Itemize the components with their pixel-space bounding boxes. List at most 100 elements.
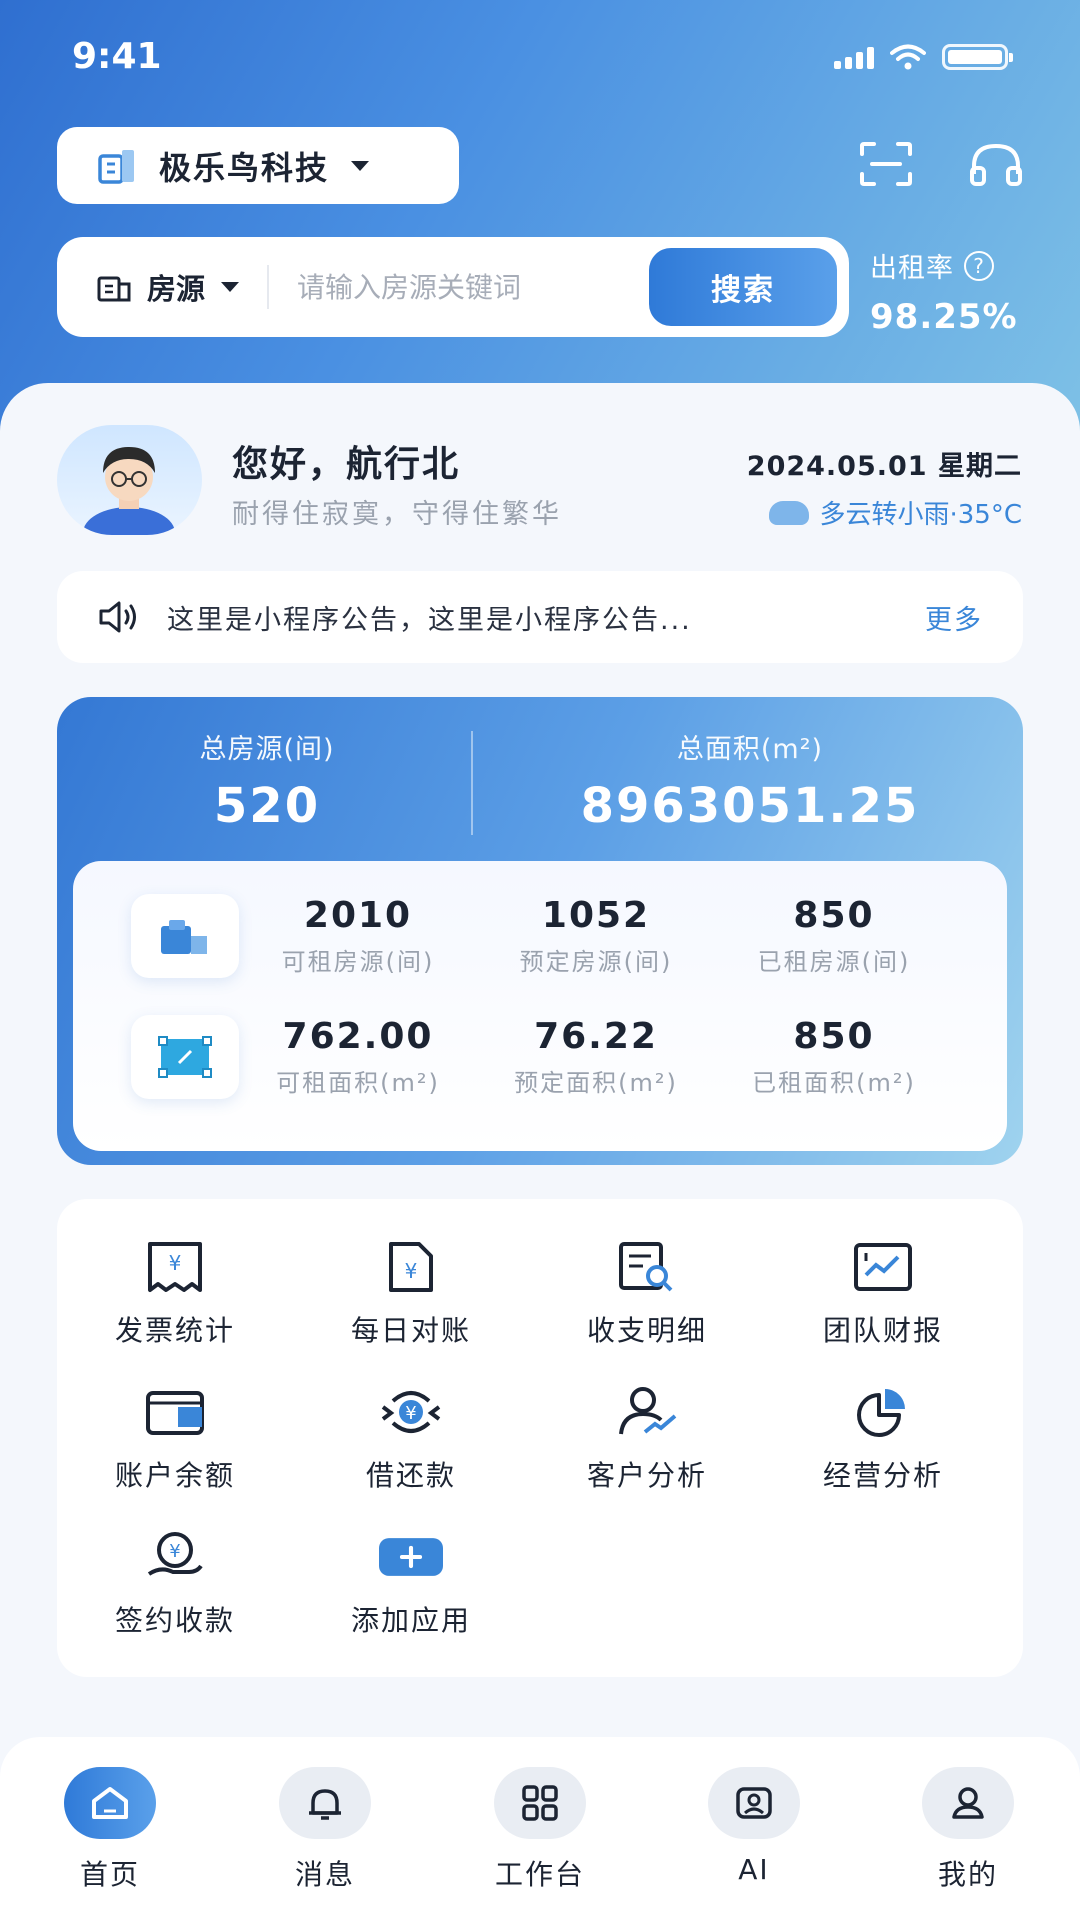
total-area-label: 总面积(m²)	[676, 734, 824, 765]
status-icons	[834, 44, 1013, 70]
app-label: 客户分析	[586, 1459, 707, 1492]
app-label: 经营分析	[822, 1459, 943, 1492]
stat-value: 850	[793, 895, 875, 936]
app-team-report[interactable]: 团队财报	[765, 1239, 1001, 1349]
divider	[471, 731, 473, 835]
app-label: 每日对账	[350, 1314, 471, 1347]
stat-value: 1052	[541, 895, 651, 936]
stat-label: 可租面积(m²)	[276, 1069, 440, 1097]
home-icon	[64, 1767, 156, 1839]
search-type-selector[interactable]: 房源	[97, 266, 240, 308]
building-icon	[131, 894, 239, 978]
date: 2024.05.01 星期二	[746, 451, 1022, 482]
stat-label: 已租房源(间)	[757, 948, 911, 976]
svg-text:¥: ¥	[405, 1259, 418, 1283]
reconcile-icon: ¥	[379, 1239, 443, 1295]
total-rooms: 总房源(间) 520	[57, 697, 477, 852]
add-app-button[interactable]: 添加应用	[293, 1529, 529, 1639]
app-loan[interactable]: ¥ 借还款	[293, 1384, 529, 1494]
app-contract-collection[interactable]: ¥ 签约收款	[57, 1529, 293, 1639]
search-button[interactable]: 搜索	[649, 248, 837, 326]
app-label: 收支明细	[586, 1314, 707, 1347]
app-account-balance[interactable]: 账户余额	[57, 1384, 293, 1494]
tab-messages[interactable]: 消息	[255, 1767, 395, 1893]
help-icon[interactable]: ?	[964, 250, 994, 281]
collect-icon: ¥	[143, 1529, 207, 1585]
greeting: 您好，航行北	[232, 444, 461, 485]
avatar[interactable]	[57, 425, 202, 535]
tab-profile[interactable]: 我的	[898, 1767, 1038, 1893]
stat-label: 预定面积(m²)	[514, 1069, 678, 1097]
bell-icon	[279, 1767, 371, 1839]
app-grid: ¥ 发票统计 ¥ 每日对账 收支明细 团队财报 账户余额 ¥ 借还款 客户分析 …	[57, 1199, 1023, 1677]
tab-ai[interactable]: AI	[684, 1767, 824, 1886]
stat-value: 2010	[303, 895, 413, 936]
stat-value: 850	[793, 1016, 875, 1057]
wifi-icon	[890, 44, 926, 70]
stat-cell: 762.00 可租面积(m²)	[239, 1016, 477, 1098]
weather-text: 多云转小雨·35°C	[819, 500, 1022, 530]
app-customer-analysis[interactable]: 客户分析	[529, 1384, 765, 1494]
occupancy-rate: 出租率? 98.25%	[870, 246, 1018, 337]
chevron-down-icon	[351, 160, 370, 171]
total-rooms-value: 520	[213, 778, 321, 834]
stat-value: 762.00	[282, 1016, 434, 1057]
total-rooms-label: 总房源(间)	[199, 734, 335, 765]
stat-label: 预定房源(间)	[519, 948, 673, 976]
announcement-text: 这里是小程序公告，这里是小程序公告...	[167, 604, 692, 636]
battery-icon	[942, 44, 1013, 70]
statement-icon	[615, 1239, 679, 1295]
total-area-value: 8963051.25	[580, 778, 920, 834]
search-type-label: 房源	[147, 272, 206, 306]
grid-icon	[494, 1767, 586, 1839]
tab-label: 我的	[937, 1858, 998, 1891]
svg-text:¥: ¥	[169, 1541, 180, 1562]
search-bar: 房源 搜索	[57, 237, 849, 337]
weather: 多云转小雨·35°C	[769, 494, 1022, 531]
svg-text:¥: ¥	[405, 1403, 416, 1424]
speaker-icon	[99, 601, 136, 633]
motto: 耐得住寂寞，守得住繁华	[232, 499, 562, 530]
loan-icon: ¥	[379, 1384, 443, 1440]
app-label: 账户余额	[114, 1459, 235, 1492]
stat-label: 已租面积(m²)	[752, 1069, 916, 1097]
search-input[interactable]	[297, 270, 598, 304]
stat-cell: 76.22 预定面积(m²)	[477, 1016, 715, 1098]
company-selector[interactable]: 极乐鸟科技	[57, 127, 459, 204]
total-area: 总面积(m²) 8963051.25	[477, 697, 1023, 852]
stat-cell: 850 已租房源(间)	[715, 895, 953, 977]
occupancy-value: 98.25%	[870, 297, 1018, 337]
tab-label: AI	[738, 1853, 770, 1886]
pie-icon	[851, 1384, 915, 1440]
more-link[interactable]: 更多	[925, 598, 983, 637]
app-invoice-stats[interactable]: ¥ 发票统计	[57, 1239, 293, 1349]
tab-bar: 首页 消息 工作台 AI 我的	[0, 1737, 1080, 1920]
app-label: 签约收款	[114, 1604, 235, 1637]
signal-icon	[834, 45, 874, 69]
tab-workbench[interactable]: 工作台	[470, 1767, 610, 1893]
svg-text:¥: ¥	[169, 1251, 182, 1275]
ai-icon	[708, 1767, 800, 1839]
stats-card: 总房源(间) 520 总面积(m²) 8963051.25 2010 可租房源(间…	[57, 697, 1023, 1165]
report-icon	[851, 1239, 915, 1295]
wallet-icon	[143, 1384, 207, 1440]
customer-icon	[615, 1384, 679, 1440]
app-label: 借还款	[365, 1459, 456, 1492]
scan-button[interactable]	[858, 140, 918, 192]
tab-home[interactable]: 首页	[40, 1767, 180, 1893]
announcement-bar[interactable]: 这里是小程序公告，这里是小程序公告... 更多	[57, 571, 1023, 663]
support-button[interactable]	[968, 140, 1028, 192]
occupancy-label: 出租率	[870, 253, 954, 284]
stat-label: 可租房源(间)	[281, 948, 435, 976]
scan-icon	[860, 142, 912, 186]
app-label: 团队财报	[822, 1314, 943, 1347]
app-income-expense[interactable]: 收支明细	[529, 1239, 765, 1349]
app-daily-reconcile[interactable]: ¥ 每日对账	[293, 1239, 529, 1349]
stat-value: 76.22	[534, 1016, 658, 1057]
tab-label: 首页	[79, 1858, 140, 1891]
app-business-analysis[interactable]: 经营分析	[765, 1384, 1001, 1494]
area-row: 762.00 可租面积(m²) 76.22 预定面积(m²) 850 已租面积(m²)	[73, 1002, 1007, 1112]
stat-cell: 1052 预定房源(间)	[477, 895, 715, 977]
stat-cell: 850 已租面积(m²)	[715, 1016, 953, 1098]
stats-detail: 2010 可租房源(间) 1052 预定房源(间) 850 已租房源(间) 762.0…	[73, 861, 1007, 1151]
